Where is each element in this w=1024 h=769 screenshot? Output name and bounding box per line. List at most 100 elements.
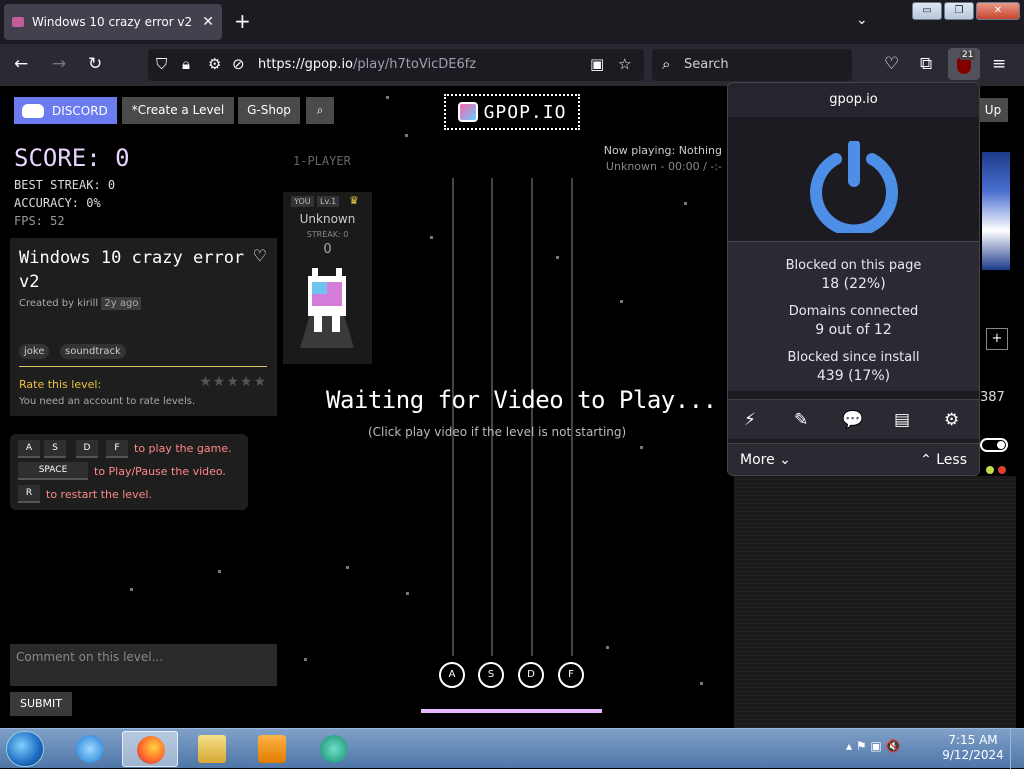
taskbar-ie[interactable] (62, 731, 118, 767)
player-card: YOU Lv.1 ♛ Unknown STREAK: 0 0 (283, 192, 372, 364)
toggle-knob (997, 441, 1005, 449)
ublock-shield-icon (957, 58, 971, 74)
discord-button[interactable]: DISCORD (14, 97, 117, 124)
logo-text: GPOP.IO (483, 101, 567, 123)
gpop-logo[interactable]: GPOP.IO (444, 94, 580, 130)
menu-icon[interactable]: ≡ (992, 54, 1006, 74)
tag-joke[interactable]: joke (19, 344, 50, 359)
logger-icon[interactable]: ▤ (894, 410, 910, 430)
ublock-badge: 21 (960, 50, 976, 60)
lane-key-s[interactable]: S (478, 662, 504, 688)
player-score: 0 (323, 242, 332, 257)
star-dot (700, 682, 703, 685)
less-button[interactable]: ⌃ Less (920, 452, 967, 468)
close-window-button[interactable]: ✕ (976, 2, 1020, 20)
browser-tab[interactable]: Windows 10 crazy error v2 - Gpop ✕ (4, 4, 222, 40)
waiting-message: Waiting for Video to Play... (326, 386, 717, 414)
search-bar[interactable]: ⌕ Search (652, 49, 852, 81)
star-dot (556, 256, 559, 259)
star-dot (640, 446, 643, 449)
submit-button[interactable]: SUBMIT (10, 692, 72, 716)
system-tray[interactable]: ▴ ⚑ ▣ 🔇 (846, 739, 901, 753)
folder-icon (198, 735, 226, 763)
created-ago: 2y ago (101, 297, 142, 310)
media-player-icon (258, 735, 286, 763)
start-button[interactable] (6, 731, 44, 767)
shield-icon[interactable]: ⛉ (156, 55, 167, 73)
reload-icon[interactable]: ↻ (88, 54, 102, 74)
player-avatar (300, 268, 354, 348)
space-hint: to Play/Pause the video. (94, 465, 226, 478)
tab-list-button[interactable]: ⌄ (856, 12, 868, 28)
domains-label: Domains connected (788, 304, 919, 319)
taskbar-firefox[interactable] (122, 731, 178, 767)
key-a: A (18, 440, 40, 458)
star-dot (346, 566, 349, 569)
level-badge: Lv.1 (317, 196, 340, 207)
clock-date: 9/12/2024 (942, 748, 1004, 762)
lane-s (491, 178, 493, 656)
settings-icon[interactable]: ⚙ (944, 410, 959, 430)
forward-icon[interactable]: → (52, 54, 66, 74)
restore-button[interactable]: ❐ (944, 2, 974, 20)
comment-icon[interactable]: 💬 (842, 410, 863, 430)
create-level-button[interactable]: *Create a Level (122, 97, 234, 124)
signup-button[interactable]: Up (978, 98, 1008, 122)
domains-value: 9 out of 12 (815, 322, 892, 338)
more-button[interactable]: More ⌄ (740, 452, 791, 468)
star-dot (406, 592, 409, 595)
window-controls: ▭ ❐ ✕ (912, 2, 1020, 20)
rating-stars[interactable]: ★★★★★ (199, 374, 267, 390)
video-thumbnail[interactable] (982, 152, 1010, 270)
url-path: /play/h7toVicDE6fz (353, 57, 477, 72)
key-r: R (18, 485, 40, 503)
show-desktop-button[interactable] (1010, 729, 1024, 769)
star-dot (606, 646, 609, 649)
taskbar-explorer[interactable] (184, 731, 240, 767)
you-badge: YOU (291, 196, 314, 207)
click-note: (Click play video if the level is not st… (368, 425, 627, 439)
bookmark-star-icon[interactable]: ☆ (618, 55, 631, 73)
site-search-button[interactable]: ⌕ (306, 97, 334, 124)
search-icon: ⌕ (662, 55, 671, 73)
comment-placeholder: Comment on this level... (16, 650, 164, 664)
star-dot (430, 236, 433, 239)
add-button[interactable]: + (986, 328, 1008, 350)
gshop-button[interactable]: G-Shop (238, 97, 300, 124)
back-icon[interactable]: ← (14, 54, 28, 74)
clock[interactable]: 7:15 AM 9/12/2024 (940, 733, 1006, 763)
status-dot-yellow (986, 466, 994, 474)
lane-key-f[interactable]: F (558, 662, 584, 688)
lock-icon[interactable]: 🔒︎ (182, 55, 190, 73)
star-dot (386, 96, 389, 99)
lightning-icon[interactable]: ⚡ (744, 410, 756, 430)
star-dot (620, 300, 623, 303)
created-by: Created by kirill 2y ago (19, 297, 142, 310)
lane-key-d[interactable]: D (518, 662, 544, 688)
lane-key-a[interactable]: A (439, 662, 465, 688)
tab-title: Windows 10 crazy error v2 - Gpop (32, 15, 196, 29)
address-bar[interactable]: ⛉ 🔒︎ ⚙ ⊘ https://gpop.io/play/h7toVicDE6… (148, 49, 644, 81)
extensions-icon[interactable]: ⧉ (920, 54, 932, 74)
tab-strip: Windows 10 crazy error v2 - Gpop ✕ + ⌄ ▭… (0, 0, 1024, 44)
url-text: https://gpop.io/play/h7toVicDE6fz (258, 57, 476, 72)
ublock-button[interactable]: 21 (948, 48, 980, 80)
key-f: F (106, 440, 128, 458)
reader-view-icon[interactable]: ▣ (590, 55, 604, 73)
side-panel (734, 466, 1016, 728)
power-icon[interactable] (808, 141, 900, 233)
minimize-button[interactable]: ▭ (912, 2, 942, 20)
comment-input[interactable]: Comment on this level... (10, 644, 277, 686)
taskbar-app[interactable] (306, 731, 362, 767)
toggle-switch[interactable] (980, 438, 1008, 452)
pocket-icon[interactable]: ♡ (884, 54, 899, 74)
permissions-icon[interactable]: ⚙ (208, 55, 221, 73)
eyedropper-icon[interactable]: ✎ (794, 410, 808, 430)
taskbar-media-player[interactable] (244, 731, 300, 767)
autoplay-blocked-icon[interactable]: ⊘ (232, 55, 245, 73)
tab-close-icon[interactable]: ✕ (202, 14, 214, 30)
heart-icon[interactable]: ♡ (253, 246, 267, 265)
app-icon (320, 735, 348, 763)
new-tab-button[interactable]: + (234, 10, 251, 32)
tag-soundtrack[interactable]: soundtrack (60, 344, 126, 359)
